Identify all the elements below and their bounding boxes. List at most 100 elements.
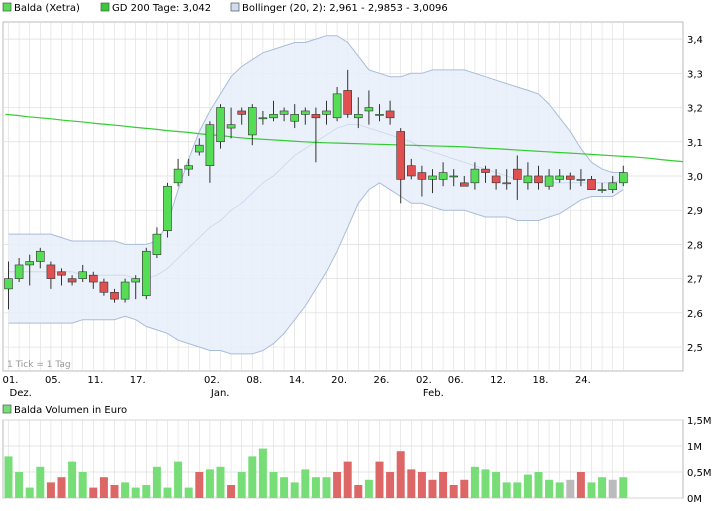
volume-bar xyxy=(587,482,596,498)
candle-body xyxy=(502,182,512,185)
candle-body xyxy=(163,185,172,232)
candle-body xyxy=(343,90,353,115)
candle-body xyxy=(364,107,374,112)
volume-bar xyxy=(311,477,320,498)
volume-bar xyxy=(608,479,617,498)
candle-body xyxy=(396,131,406,180)
volume-bar xyxy=(46,482,55,498)
x-tick-label: 12. xyxy=(490,375,506,386)
volume-bar xyxy=(227,485,236,498)
volume-bar xyxy=(534,472,543,498)
volume-bar xyxy=(555,482,564,498)
volume-bar xyxy=(36,466,45,498)
candle-body xyxy=(300,110,310,115)
legend-label-stock: Balda (Xetra) xyxy=(14,3,80,14)
volume-bar xyxy=(566,479,575,498)
legend-swatch-gd200 xyxy=(100,2,110,12)
price-y-tick-label: 3,1 xyxy=(687,138,703,149)
x-tick-label: 17. xyxy=(130,375,146,386)
volume-bar xyxy=(460,479,469,498)
x-tick-label: 11. xyxy=(87,375,103,386)
volume-bar xyxy=(481,469,490,498)
candle-body xyxy=(237,110,246,115)
candle-body xyxy=(608,182,618,190)
volume-bar xyxy=(258,448,267,498)
candle-body xyxy=(353,114,363,119)
candle-body xyxy=(544,175,554,187)
volume-bar xyxy=(25,487,34,498)
candle-body xyxy=(216,107,225,143)
legend-swatch-stock xyxy=(2,2,12,12)
candle-body xyxy=(332,93,342,119)
stock-chart: Balda (Xetra) GD 200 Tage: 3,042 Bolling… xyxy=(2,2,712,505)
candle-body xyxy=(99,281,109,293)
volume-bar xyxy=(152,466,161,498)
price-y-tick-label: 2,9 xyxy=(687,206,703,217)
candle-body xyxy=(35,250,45,262)
candle-body xyxy=(14,264,24,279)
candle-body xyxy=(406,165,416,177)
volume-bar xyxy=(57,477,66,498)
volume-panel: Balda Volumen in Euro 1,5M 1M 0,5M 0M xyxy=(2,404,712,505)
legend-swatch-bollinger xyxy=(230,2,240,12)
volume-bar xyxy=(396,451,405,498)
volume-bar xyxy=(492,472,501,498)
candle-body xyxy=(46,264,56,279)
legend-label-bollinger: Bollinger (20, 2): 2,961 - 2,9853 - 3,00… xyxy=(242,3,448,14)
volume-bar xyxy=(375,461,384,498)
legend-label-gd200: GD 200 Tage: 3,042 xyxy=(112,3,211,14)
candle-body xyxy=(4,278,13,290)
volume-bar xyxy=(449,485,458,498)
volume-bar xyxy=(545,479,554,498)
volume-y-tick-label: 0M xyxy=(687,494,702,505)
legend: Balda (Xetra) GD 200 Tage: 3,042 Bolling… xyxy=(2,2,448,14)
candle-body xyxy=(597,189,607,191)
x-tick-label: 01. xyxy=(3,375,19,386)
volume-bar xyxy=(576,472,585,498)
volume-bar xyxy=(354,485,363,498)
x-tick-label: 08. xyxy=(246,375,262,386)
volume-y-tick-label: 1M xyxy=(687,442,702,453)
candle-body xyxy=(438,172,448,180)
volume-bar xyxy=(280,477,289,498)
candle-body xyxy=(523,175,533,184)
x-tick-label: 18. xyxy=(533,375,549,386)
candle-body xyxy=(184,165,193,170)
volume-bar xyxy=(407,469,416,498)
volume-y-tick-label: 1,5M xyxy=(687,416,712,427)
volume-legend-swatch xyxy=(2,404,12,414)
x-tick-month-label: Feb. xyxy=(423,388,444,399)
x-tick-label: 05. xyxy=(45,375,61,386)
candle-body xyxy=(248,107,257,136)
price-y-tick-label: 2,8 xyxy=(687,240,703,251)
volume-bar xyxy=(163,487,172,498)
candle-body xyxy=(576,179,586,181)
volume-bar xyxy=(4,456,13,498)
candle-body xyxy=(459,182,469,187)
volume-bar xyxy=(619,477,628,498)
volume-bar xyxy=(237,472,246,498)
candle-body xyxy=(290,114,300,122)
price-y-tick-label: 3,2 xyxy=(687,104,703,115)
volume-bar xyxy=(89,487,98,498)
volume-bar xyxy=(301,469,310,498)
volume-bar xyxy=(216,466,225,498)
volume-bar xyxy=(290,482,299,498)
candle-body xyxy=(587,179,596,190)
candle-body xyxy=(258,117,268,120)
candle-body xyxy=(470,168,480,184)
x-tick-label: 06. xyxy=(448,375,464,386)
x-tick-label: 02. xyxy=(416,375,432,386)
volume-bar xyxy=(470,466,479,498)
candle-body xyxy=(25,261,35,266)
volume-bar xyxy=(502,482,511,498)
candle-body xyxy=(78,271,87,279)
volume-bar xyxy=(121,482,130,498)
candle-body xyxy=(226,124,236,129)
price-panel: 3,4 3,3 3,2 3,1 3,0 2,9 2,8 2,7 2,6 2,5 1 Tick = … xyxy=(2,21,703,372)
volume-bar xyxy=(343,461,352,498)
candle-body xyxy=(512,168,522,180)
candle-body xyxy=(417,172,427,180)
price-y-axis: 3,4 3,3 3,2 3,1 3,0 2,9 2,8 2,7 2,6 2,5 xyxy=(687,35,703,354)
candle-body xyxy=(491,175,501,184)
